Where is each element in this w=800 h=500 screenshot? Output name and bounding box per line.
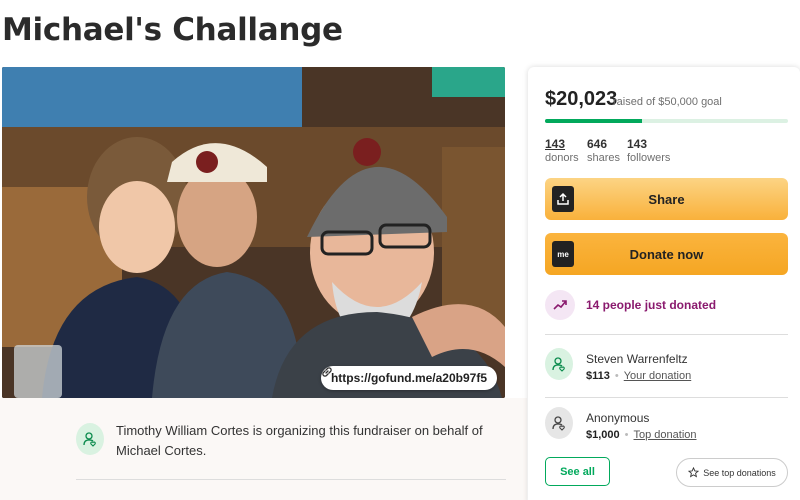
trending-icon [545,290,575,320]
stat-value: 143 [545,137,566,151]
see-top-donations-button[interactable]: See top donations [676,458,788,487]
divider [545,397,788,398]
star-icon [688,467,700,478]
donor-name: Anonymous [586,411,650,425]
gofundme-icon-text: me [557,249,569,259]
goal-text: raised of $50,000 goal [613,96,722,108]
progress-bar [545,119,788,123]
divider [76,479,506,480]
donor-heart-icon [552,357,565,372]
share-link-pill[interactable]: https://gofund.me/a20b97f5 [320,366,497,390]
see-all-button[interactable]: See all [545,457,610,486]
raised-amount: $20,023 [545,88,618,110]
donate-button-label: Donate now [629,246,704,262]
stat-followers: 143 followers [627,137,670,164]
organizer-text: Timothy William Cortes is organizing thi… [116,423,483,458]
divider [545,334,788,335]
link-icon [322,367,332,377]
donor-name: Steven Warrenfeltz [586,352,688,366]
stat-value: 143 [627,137,648,151]
share-button-label: Share [648,191,685,207]
donation-meta: $1,000 • Top donation [586,429,697,441]
gofundme-icon: me [552,241,574,267]
progress-fill [545,119,643,123]
share-link-text: https://gofund.me/a20b97f5 [330,371,487,385]
donation-meta: $113 • Your donation [586,370,691,382]
donation-amount: $113 [586,370,610,382]
fundraiser-hero-image: https://gofund.me/a20b97f5 [2,67,505,398]
donor-avatar [545,348,573,380]
organizer-avatar [76,423,104,455]
share-icon [552,186,574,212]
page-title: Michael's Challange [2,12,343,48]
separator-dot: • [614,370,619,382]
see-top-label: See top donations [703,467,776,478]
donor-avatar [545,407,573,439]
stat-shares: 646 shares [587,137,620,164]
stat-donors[interactable]: 143 donors [545,137,579,164]
donation-tag-link[interactable]: Your donation [624,370,692,382]
donation-tag-link[interactable]: Top donation [634,429,697,441]
hero-photo [2,67,505,398]
stat-label: donors [545,152,579,164]
donate-button[interactable]: me Donate now [545,233,788,275]
stat-value: 646 [587,137,608,151]
recent-donations-text: 14 people just donated [586,298,717,312]
donor-heart-icon [552,416,565,431]
stat-label: shares [587,152,621,164]
separator-dot: • [624,429,629,441]
donor-heart-icon [83,432,96,447]
share-button[interactable]: Share [545,178,788,220]
donation-amount: $1,000 [586,429,620,441]
stat-label: followers [627,152,671,164]
